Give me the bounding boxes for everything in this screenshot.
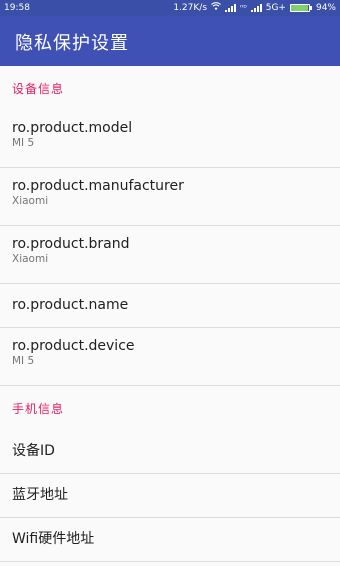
- signal-icon-2: [250, 4, 262, 12]
- preference-list: 设备信息 ro.product.model MI 5 ro.product.ma…: [0, 66, 340, 562]
- pref-summary: MI 5: [12, 137, 35, 149]
- battery-icon: [289, 4, 312, 12]
- status-bar: 19:58 1.27K/s ᴴᴰ 5G+ 94%: [0, 0, 340, 16]
- pref-title: 蓝牙地址: [12, 487, 68, 503]
- pref-title: Wifi硬件地址: [12, 531, 95, 547]
- page-title: 隐私保护设置: [15, 33, 129, 54]
- pref-item-product-manufacturer[interactable]: ro.product.manufacturer Xiaomi: [0, 168, 340, 226]
- pref-title: ro.product.manufacturer: [12, 178, 184, 194]
- hd-icon: ᴴᴰ: [240, 4, 247, 12]
- pref-item-bluetooth-address[interactable]: 蓝牙地址: [0, 474, 340, 518]
- signal-icon: [225, 4, 237, 12]
- pref-title: 设备ID: [12, 443, 55, 459]
- pref-item-product-name[interactable]: ro.product.name: [0, 284, 340, 328]
- pref-title: ro.product.model: [12, 120, 133, 136]
- section-header-device-info: 设备信息: [12, 82, 65, 96]
- pref-summary: Xiaomi: [12, 195, 49, 207]
- pref-item-product-device[interactable]: ro.product.device MI 5: [0, 328, 340, 386]
- battery-fill: [290, 5, 308, 11]
- net-speed: 1.27K/s: [173, 3, 208, 13]
- pref-item-product-model[interactable]: ro.product.model MI 5: [0, 110, 340, 168]
- network-type: 5G+: [265, 3, 286, 13]
- pref-title: ro.product.name: [12, 297, 129, 313]
- section-header-phone-info: 手机信息: [12, 402, 65, 416]
- pref-summary: MI 5: [12, 355, 35, 367]
- pref-item-wifi-mac-address[interactable]: Wifi硬件地址: [0, 518, 340, 562]
- pref-title: ro.product.device: [12, 338, 135, 354]
- pref-summary: Xiaomi: [12, 253, 49, 265]
- status-time: 19:58: [4, 3, 30, 13]
- pref-title: ro.product.brand: [12, 236, 130, 252]
- pref-item-device-id[interactable]: 设备ID: [0, 430, 340, 474]
- pref-item-product-brand[interactable]: ro.product.brand Xiaomi: [0, 226, 340, 284]
- battery-percent: 94%: [315, 3, 336, 13]
- status-indicators: 1.27K/s ᴴᴰ 5G+ 94%: [173, 0, 336, 16]
- wifi-icon: [211, 0, 221, 16]
- app-bar: 隐私保护设置: [0, 16, 340, 66]
